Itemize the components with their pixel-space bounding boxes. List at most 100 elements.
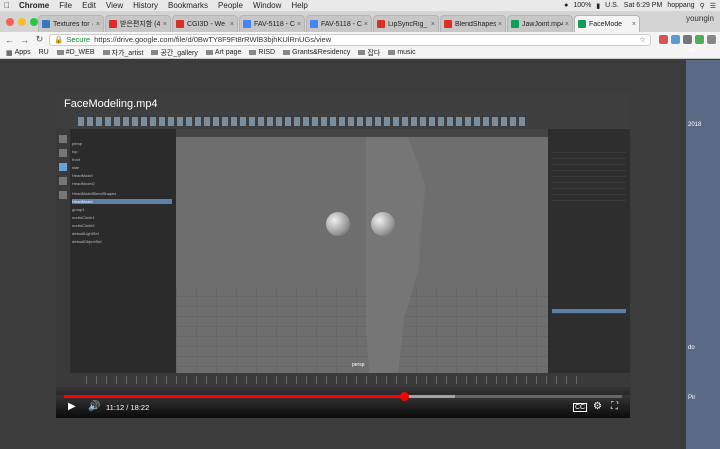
bookmark-item[interactable]: 자가_artist	[102, 48, 144, 58]
user-name[interactable]: hoppang	[667, 2, 694, 9]
close-icon[interactable]: ×	[163, 21, 167, 28]
forward-icon[interactable]: →	[19, 35, 30, 45]
browser-tab[interactable]: 받은편지함 (4 ×	[105, 15, 171, 32]
bookmark-item[interactable]: #D_WEB	[56, 49, 95, 56]
gmail-icon	[109, 20, 117, 28]
left-eye-sphere	[326, 212, 350, 236]
menu-icon[interactable]	[707, 35, 716, 44]
clock[interactable]: Sat 6:29 PM	[624, 2, 663, 9]
browser-tab[interactable]: LipSyncRig_ ×	[373, 15, 439, 32]
back-icon[interactable]: ←	[4, 35, 15, 45]
search-icon[interactable]: ⚲	[700, 2, 705, 10]
bookmark-item[interactable]: Art page	[205, 49, 242, 56]
layer-row-selected	[552, 309, 626, 314]
extension-icon[interactable]	[671, 35, 680, 44]
current-time: 11:12	[106, 403, 125, 412]
bookmark-item[interactable]: music	[388, 49, 416, 56]
battery-level[interactable]: 100%	[573, 2, 591, 9]
video-progress-bar[interactable]	[64, 392, 622, 401]
address-bar[interactable]: 🔒 Secure https://drive.google.com/file/d…	[49, 33, 651, 46]
minimize-window-button[interactable]	[18, 18, 26, 26]
docs-icon	[310, 20, 318, 28]
settings-icon[interactable]: ⚙	[593, 401, 602, 412]
url-text[interactable]: https://drive.google.com/file/d/0BwTY8F9…	[94, 35, 331, 44]
captions-icon[interactable]: CC	[573, 403, 588, 412]
secure-label: Secure	[66, 35, 91, 44]
tab-title: FaceMode	[589, 20, 623, 28]
reload-icon[interactable]: ↻	[34, 34, 45, 45]
channel-row	[552, 155, 626, 159]
tab-title: JawJoint.mp4	[522, 20, 563, 28]
browser-tab-active[interactable]: FaceMode ×	[574, 15, 640, 32]
video-player[interactable]: persp top front side HeadModel HeadModel…	[56, 93, 630, 418]
tab-title: 받은편지함 (4	[120, 21, 161, 28]
panel-label: persp	[352, 362, 365, 368]
outliner-row: defaultObjectSet	[72, 239, 102, 244]
select-tool-icon	[59, 135, 67, 143]
bookmark-item[interactable]: 잡다	[358, 48, 380, 58]
fullscreen-icon[interactable]: ⛶	[611, 401, 618, 412]
menu-window[interactable]: Window	[248, 1, 286, 10]
apple-icon[interactable]: 	[0, 1, 14, 10]
outliner-row: HeadModel	[72, 173, 93, 178]
star-icon[interactable]: ☆	[639, 35, 646, 44]
close-icon[interactable]: ×	[297, 21, 301, 28]
outliner-row: group1	[72, 207, 85, 212]
menu-bookmarks[interactable]: Bookmarks	[163, 1, 213, 10]
extension-icon[interactable]	[695, 35, 704, 44]
menu-people[interactable]: People	[213, 1, 248, 10]
browser-tab[interactable]: FAV-5118 - C ×	[306, 15, 372, 32]
menu-app-name[interactable]: Chrome	[14, 1, 54, 10]
browser-tab[interactable]: Textures for · ×	[38, 15, 104, 32]
drive-icon	[511, 20, 519, 28]
lock-icon[interactable]: 🔒	[54, 35, 63, 44]
bookmark-label: Art page	[214, 49, 242, 56]
outliner-row-selected: HeadModel	[72, 199, 172, 204]
input-source[interactable]: U.S.	[605, 2, 619, 9]
list-icon[interactable]: ☰	[710, 2, 716, 10]
close-icon[interactable]: ×	[565, 21, 569, 28]
close-window-button[interactable]	[6, 18, 14, 26]
menu-view[interactable]: View	[101, 1, 128, 10]
bookmark-item[interactable]: RU	[39, 49, 49, 56]
play-icon[interactable]: ▶	[68, 401, 76, 412]
battery-icon[interactable]: ▮	[596, 2, 600, 10]
bookmark-item[interactable]: RISD	[249, 49, 275, 56]
close-icon[interactable]: ×	[498, 21, 502, 28]
right-eye-sphere	[371, 212, 395, 236]
extension-icon[interactable]	[659, 35, 668, 44]
desktop-label: AE	[688, 48, 697, 54]
maya-toolbox	[56, 129, 70, 379]
played-bar	[64, 395, 405, 398]
tab-strip: Textures for · × 받은편지함 (4 × CGI3D - We × FA…	[0, 11, 720, 32]
outliner-row: side	[72, 165, 80, 170]
bookmark-item[interactable]: 공간_gallery	[151, 48, 198, 58]
youtube-icon	[377, 20, 385, 28]
zoom-window-button[interactable]	[30, 18, 38, 26]
extension-icon[interactable]	[683, 35, 692, 44]
browser-tab[interactable]: FAV-5118 - C ×	[239, 15, 305, 32]
wifi-icon[interactable]: ●	[564, 2, 568, 9]
bookmark-apps[interactable]: ▦ Apps	[6, 49, 31, 57]
bookmark-label: RISD	[258, 49, 276, 56]
desktop-label: do	[688, 345, 695, 351]
browser-tab[interactable]: BlendShapes ×	[440, 15, 506, 32]
close-icon[interactable]: ×	[632, 21, 636, 28]
bookmark-label: 자가_artist	[111, 49, 144, 57]
profile-button[interactable]: youngin	[686, 14, 714, 23]
browser-tab[interactable]: CGI3D - We ×	[172, 15, 238, 32]
menu-file[interactable]: File	[54, 1, 77, 10]
close-icon[interactable]: ×	[431, 21, 435, 28]
tab-title: CGI3D - We	[187, 20, 225, 28]
close-icon[interactable]: ×	[230, 21, 234, 28]
volume-icon[interactable]: 🔊	[88, 401, 100, 412]
channel-row	[552, 173, 626, 177]
menu-help[interactable]: Help	[286, 1, 312, 10]
close-icon[interactable]: ×	[96, 21, 100, 28]
menu-history[interactable]: History	[128, 1, 163, 10]
folder-icon	[151, 50, 159, 55]
browser-tab[interactable]: JawJoint.mp4 ×	[507, 15, 573, 32]
bookmark-item[interactable]: Grants&Residency	[283, 49, 350, 56]
close-icon[interactable]: ×	[364, 21, 368, 28]
menu-edit[interactable]: Edit	[77, 1, 101, 10]
